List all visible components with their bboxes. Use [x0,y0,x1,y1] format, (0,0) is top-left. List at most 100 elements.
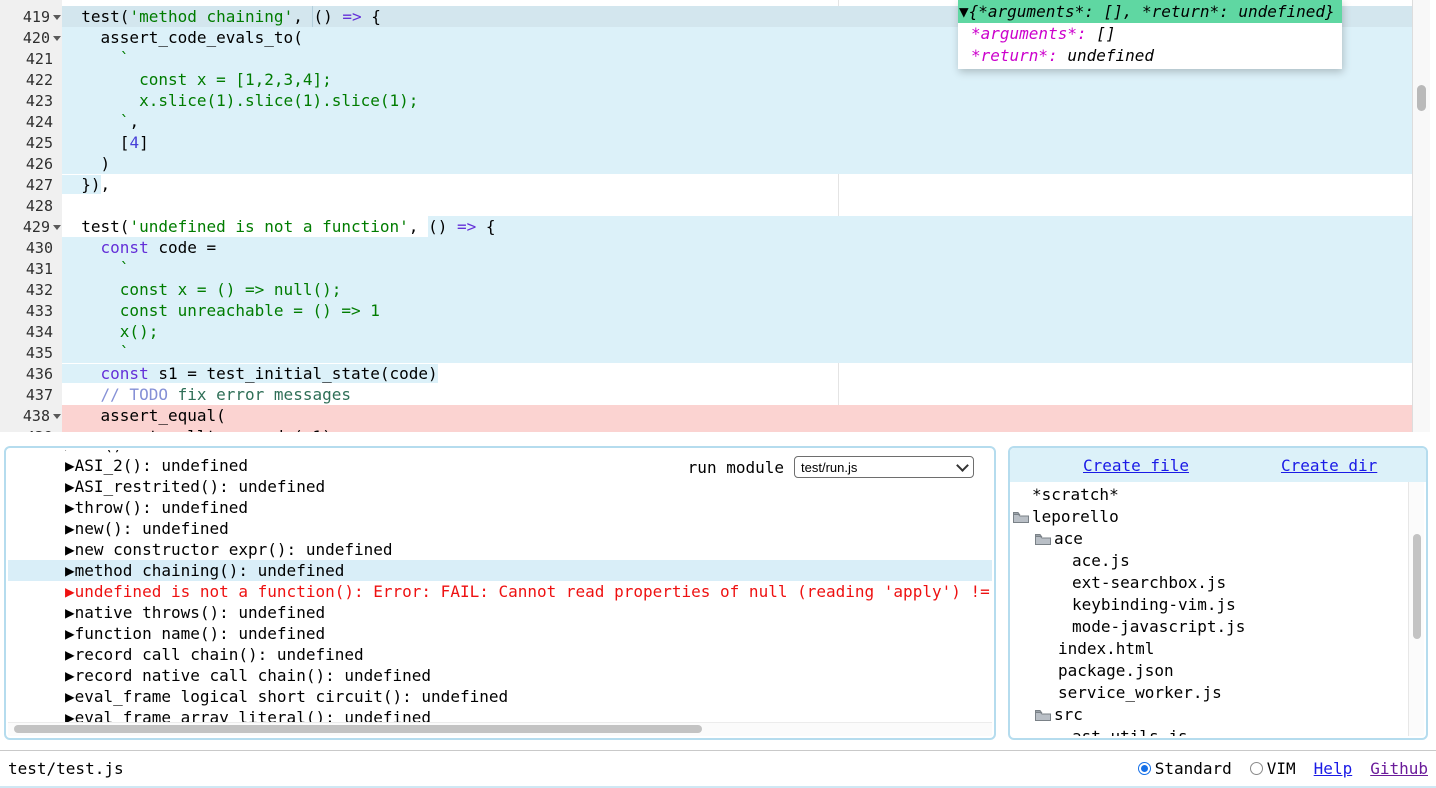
gutter-line-number[interactable]: 432 [0,279,62,300]
file-tree-file[interactable]: package.json [1012,660,1409,682]
test-result-item[interactable]: ▶record call chain(): undefined [8,644,992,665]
gutter-line-number[interactable]: 420 [0,27,62,48]
test-result-item[interactable]: ▶native throws(): undefined [8,602,992,623]
test-result-item[interactable]: ▶undefined is not a function(): Error: F… [8,581,992,602]
file-tree-file[interactable]: service_worker.js [1012,682,1409,704]
code-line[interactable]: const code = [62,237,1412,258]
code-line[interactable]: root_calltree_node(s1) [62,426,1412,432]
test-result-item[interactable]: ▶function name(): undefined [8,623,992,644]
tooltip-body: *arguments*: []*return*: undefined [958,23,1342,69]
gutter[interactable]: 4194204214224234244254264274284294304314… [0,0,62,432]
gutter-line-number[interactable]: 428 [0,195,62,216]
file-tree-file[interactable]: mode-javascript.js [1012,616,1409,638]
file-tree-file[interactable]: ast_utils.js [1012,726,1409,736]
code-line[interactable]: ) [62,153,1412,174]
test-list-hscrollbar-thumb[interactable] [14,725,702,733]
code-line[interactable]: `, [62,111,1412,132]
test-result-item[interactable]: ▶method chaining(): undefined [8,560,992,581]
value-tooltip: ▼{*arguments*: [], *return*: undefined} … [958,0,1342,69]
gutter-line-number[interactable]: 435 [0,342,62,363]
gutter-line-number[interactable]: 421 [0,48,62,69]
tooltip-header[interactable]: ▼{*arguments*: [], *return*: undefined} [958,0,1342,23]
tooltip-entry[interactable]: *arguments*: [] [971,23,1342,45]
tooltip-entry[interactable]: *return*: undefined [971,45,1342,67]
test-result-item[interactable]: ▶ASI_restrited(): undefined [8,476,992,497]
fold-arrow-icon[interactable] [53,414,61,419]
code-editor[interactable]: 4194204214224234244254264274284294304314… [0,0,1436,432]
create-file-link[interactable]: Create file [1083,456,1189,475]
radio-vim-label: VIM [1267,759,1296,778]
code-line[interactable]: x(); [62,321,1412,342]
code-line[interactable]: [4] [62,132,1412,153]
gutter-line-number[interactable]: 436 [0,363,62,384]
code-line[interactable] [62,195,1412,216]
editor-scrollbar-thumb[interactable] [1417,85,1426,111]
fold-arrow-icon[interactable] [53,36,61,41]
current-file-path: test/test.js [8,759,124,778]
status-bar-right: Standard VIM Help Github [1138,759,1428,778]
gutter-line-number[interactable]: 422 [0,69,62,90]
radio-vim[interactable] [1250,762,1263,775]
test-result-item[interactable]: ▶throw(): undefined [8,497,992,518]
code-line[interactable]: test('undefined is not a function', () =… [62,216,1412,237]
file-tree-dir[interactable]: leporello [1012,506,1409,528]
code-line[interactable]: const x = [1,2,3,4]; [62,69,1412,90]
code-line[interactable]: const unreachable = () => 1 [62,300,1412,321]
code-line[interactable]: ` [62,258,1412,279]
keybinding-standard-option[interactable]: Standard [1138,759,1232,778]
file-tree-file[interactable]: keybinding-vim.js [1012,594,1409,616]
chevron-down-icon [956,459,969,472]
gutter-line-number[interactable]: 427 [0,174,62,195]
file-tree-scrollbar[interactable] [1408,482,1424,736]
gutter-line-number[interactable]: 425 [0,132,62,153]
test-result-item[interactable]: ▶new(): undefined [8,518,992,539]
gutter-line-number[interactable]: 431 [0,258,62,279]
code-line[interactable]: const s1 = test_initial_state(code) [62,363,1412,384]
folder-icon [1034,532,1052,546]
test-result-item[interactable]: ▶record native call chain(): undefined [8,665,992,686]
gutter-line-number[interactable]: 439 [0,426,62,432]
gutter-line-number[interactable]: 426 [0,153,62,174]
run-module-select[interactable]: test/run.js [794,456,974,478]
file-tree-file[interactable]: ace.js [1012,550,1409,572]
gutter-line-number[interactable]: 429 [0,216,62,237]
code-line[interactable]: assert_equal( [62,405,1412,426]
run-module-control: run module test/run.js [688,456,974,478]
editor-scrollbar[interactable] [1412,0,1430,432]
gutter-line-number[interactable]: 419 [0,6,62,27]
file-tree-file[interactable]: ext-searchbox.js [1012,572,1409,594]
code-line[interactable]: x.slice(1).slice(1).slice(1); [62,90,1412,111]
gutter-line-number[interactable]: 438 [0,405,62,426]
file-tree-file[interactable]: index.html [1012,638,1409,660]
calltree-panel: ▶ASI(): undefined▶ASI_2(): undefined▶ASI… [4,446,996,740]
test-result-item[interactable]: ▶eval_frame logical short circuit(): und… [8,686,992,707]
keybinding-vim-option[interactable]: VIM [1250,759,1296,778]
radio-standard-label: Standard [1155,759,1232,778]
test-result-item[interactable]: ▶new constructor expr(): undefined [8,539,992,560]
file-tree-dir[interactable]: ace [1012,528,1409,550]
gutter-line-number[interactable]: 437 [0,384,62,405]
code-line[interactable]: const x = () => null(); [62,279,1412,300]
radio-standard[interactable] [1138,762,1151,775]
test-list-hscrollbar[interactable] [8,722,992,736]
file-tree: *scratch*leporelloaceace.jsext-searchbox… [1012,482,1409,736]
file-tree-dir[interactable]: src [1012,704,1409,726]
fold-arrow-icon[interactable] [53,225,61,230]
code-line[interactable]: // TODO fix error messages [62,384,1412,405]
gutter-line-number[interactable]: 433 [0,300,62,321]
github-link[interactable]: Github [1370,759,1428,778]
fold-arrow-icon[interactable] [53,15,61,20]
file-tree-scrollbar-thumb[interactable] [1413,534,1421,639]
leporello-app: 4194204214224234244254264274284294304314… [0,0,1436,788]
code-line[interactable]: ` [62,342,1412,363]
create-dir-link[interactable]: Create dir [1281,456,1377,475]
files-panel: Create file Create dir *scratch*leporell… [1008,446,1428,740]
gutter-line-number[interactable]: 423 [0,90,62,111]
gutter-line-number[interactable]: 434 [0,321,62,342]
gutter-line-number[interactable]: 424 [0,111,62,132]
file-tree-file[interactable]: *scratch* [1012,484,1409,506]
run-module-selected-value: test/run.js [801,460,958,475]
gutter-line-number[interactable]: 430 [0,237,62,258]
help-link[interactable]: Help [1314,759,1353,778]
code-line[interactable]: }), [62,174,1412,195]
